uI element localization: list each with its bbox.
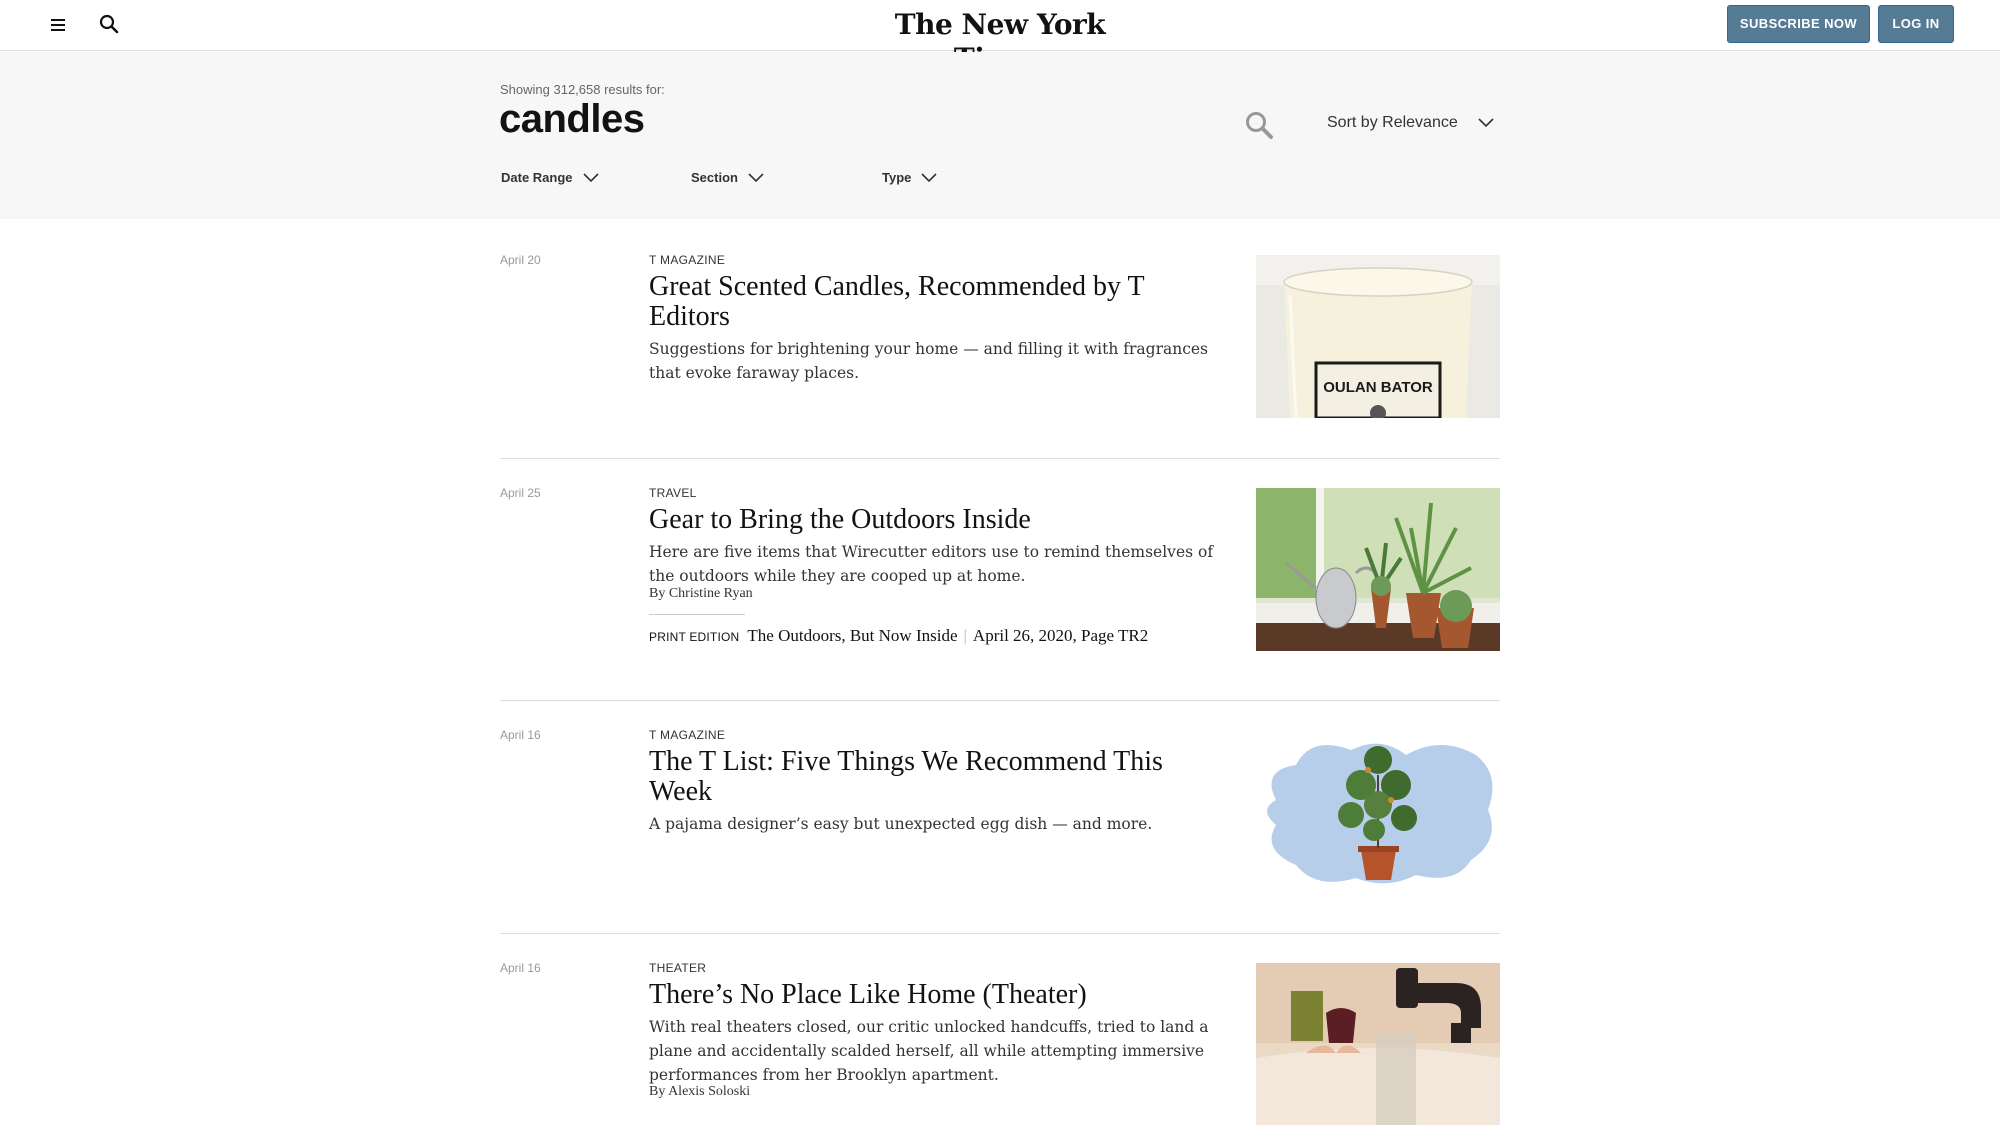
sort-label: Sort by Relevance [1327,114,1458,131]
search-result: April 16 Theater There’s No Place Like H… [500,934,1500,1125]
search-result: April 25 Travel Gear to Bring the Outdoo… [500,459,1500,701]
search-query[interactable]: candles [499,97,645,142]
results-count: Showing 312,658 results for: [500,82,665,97]
section-label: Section [691,170,738,185]
section-filter[interactable]: Section [691,170,764,185]
result-title[interactable]: There’s No Place Like Home (Theater) [649,980,1209,1010]
candle-label-text: OULAN BATOR [1323,379,1433,396]
print-edition-label: PRINT EDITION [649,630,740,644]
result-summary: With real theaters closed, our critic un… [649,1018,1209,1084]
result-date: April 16 [500,728,541,742]
type-label: Type [882,170,912,185]
chevron-down-icon [921,172,937,182]
result-thumbnail[interactable] [1256,730,1500,893]
result-title[interactable]: Great Scented Candles, Recommended by T … [649,272,1209,332]
result-title[interactable]: Gear to Bring the Outdoors Inside [649,505,1209,535]
search-result: April 20 T Magazine Great Scented Candle… [500,219,1500,459]
result-date: April 20 [500,253,541,267]
result-thumbnail[interactable] [1256,963,1500,1125]
login-button[interactable]: LOG IN [1878,5,1954,43]
result-section[interactable]: Travel [649,486,697,500]
separator: | [963,626,967,645]
print-headline: The Outdoors, But Now Inside [747,626,958,645]
print-info: April 26, 2020, Page TR2 [972,626,1149,645]
search-header: Showing 312,658 results for: candles Sor… [0,52,2000,219]
result-byline: By Christine Ryan [649,586,753,601]
result-byline: By Alexis Soloski [649,1084,751,1099]
result-section[interactable]: T Magazine [649,728,725,742]
divider [649,614,745,615]
result-title[interactable]: The T List: Five Things We Recommend Thi… [649,747,1209,807]
result-date: April 25 [500,486,541,500]
result-summary: A pajama designer’s easy but unexpected … [649,815,1153,833]
date-range-label: Date Range [501,170,573,185]
search-icon[interactable] [97,12,123,38]
search-result: April 16 T Magazine The T List: Five Thi… [500,701,1500,934]
date-range-filter[interactable]: Date Range [501,170,599,185]
result-summary: Suggestions for brightening your home — … [649,340,1209,382]
top-bar: The New York Times SUBSCRIBE NOW LOG IN [0,0,2000,75]
result-section[interactable]: Theater [649,961,706,975]
result-thumbnail[interactable] [1256,488,1500,651]
menu-icon[interactable] [46,14,70,36]
type-filter[interactable]: Type [882,170,937,185]
subscribe-button[interactable]: SUBSCRIBE NOW [1727,5,1870,43]
result-date: April 16 [500,961,541,975]
sort-dropdown[interactable]: Sort by Relevance [1327,114,1494,132]
chevron-down-icon [1478,118,1494,128]
chevron-down-icon [748,172,764,182]
result-section[interactable]: T Magazine [649,253,725,267]
result-summary: Here are five items that Wirecutter edit… [649,543,1214,585]
result-thumbnail[interactable]: OULAN BATOR [1256,255,1500,418]
search-results: April 20 T Magazine Great Scented Candle… [500,219,1500,1125]
chevron-down-icon [582,172,599,182]
search-submit-icon[interactable] [1244,110,1274,140]
print-edition-info: PRINT EDITION The Outdoors, But Now Insi… [649,626,1148,646]
